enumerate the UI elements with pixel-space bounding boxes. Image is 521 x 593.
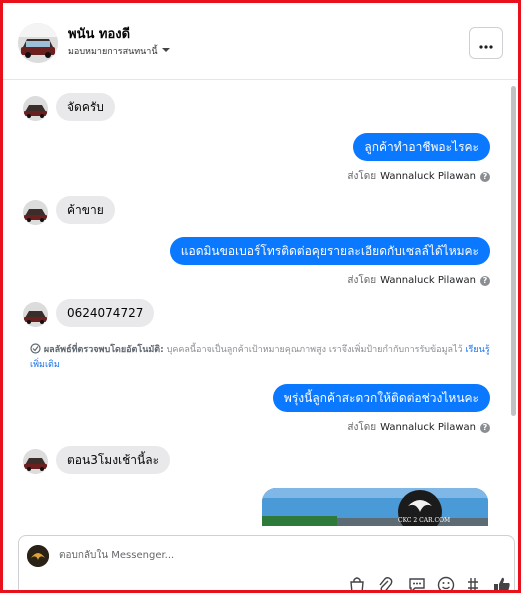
shopping-bag-icon[interactable]	[349, 576, 367, 590]
sent-by-prefix: ส่งโดย	[347, 171, 377, 182]
sent-by-line: ส่งโดย Wannaluck Pilawan ?	[347, 273, 490, 288]
sent-by-prefix: ส่งโดย	[347, 422, 377, 433]
message-bubble-incoming[interactable]: จัดครับ	[56, 93, 115, 121]
image-logo-text: CKC 2 CAR.COM	[398, 517, 451, 524]
thread-scrollbar[interactable]	[511, 86, 516, 416]
message-bubble-outgoing[interactable]: พรุ่งนี้ลูกค้าสะดวกให้ติดต่อช่วงไหนคะ	[272, 384, 490, 412]
auto-detect-body: บุคคลนี้อาจเป็นลูกค้าเป้าหมายคุณภาพสูง เ…	[166, 345, 463, 355]
auto-detected-note: ผลลัพธ์ที่ตรวจพบโดยอัตโนมัติ: บุคคลนี้อา…	[30, 343, 490, 372]
avatar	[23, 96, 48, 121]
info-icon[interactable]: ?	[480, 275, 490, 286]
message-bubble-incoming[interactable]: 0624074727	[56, 299, 155, 327]
reply-input[interactable]	[57, 543, 481, 567]
avatar	[23, 200, 48, 225]
message-thread[interactable]: จัดครับ ลูกค้าทำอาชีพอะไรคะ ส่งโดย Wanna…	[3, 80, 518, 526]
attachment-icon[interactable]	[377, 576, 395, 590]
sender-name: Wannaluck Pilawan	[380, 171, 476, 182]
more-icon	[479, 34, 493, 53]
chevron-down-icon	[161, 46, 171, 57]
message-bubble-incoming[interactable]: ค้าขาย	[56, 196, 115, 224]
page-avatar	[27, 545, 49, 567]
info-icon[interactable]: ?	[480, 422, 490, 433]
conversation-panel: พนัน ทองดี มอบหมายการสนทนานี้ จัดครับ ลู…	[0, 0, 521, 593]
sent-by-line: ส่งโดย Wannaluck Pilawan ?	[347, 169, 490, 184]
emoji-icon[interactable]	[437, 576, 455, 590]
saved-reply-icon[interactable]	[408, 576, 426, 590]
avatar	[23, 449, 48, 474]
conversation-header: พนัน ทองดี มอบหมายการสนทนานี้	[3, 3, 518, 80]
contact-name: พนัน ทองดี	[68, 27, 131, 42]
sender-name: Wannaluck Pilawan	[380, 422, 476, 433]
message-bubble-outgoing[interactable]: แอดมินขอเบอร์โทรติดต่อคุยรายละเอียดกับเซ…	[169, 237, 490, 265]
message-bubble-incoming[interactable]: ตอน3โมงเช้านี้ละ	[56, 446, 171, 474]
contact-avatar[interactable]	[18, 23, 58, 63]
auto-detect-icon	[30, 343, 41, 359]
assign-conversation-dropdown[interactable]: มอบหมายการสนทนานี้	[68, 44, 171, 58]
reply-composer	[18, 535, 515, 590]
hashtag-icon[interactable]	[465, 576, 483, 590]
sent-by-prefix: ส่งโดย	[347, 275, 377, 286]
sender-name: Wannaluck Pilawan	[380, 275, 476, 286]
like-icon[interactable]	[493, 576, 511, 590]
message-bubble-outgoing[interactable]: ลูกค้าทำอาชีพอะไรคะ	[353, 133, 490, 161]
avatar	[23, 302, 48, 327]
assign-label: มอบหมายการสนทนานี้	[68, 47, 158, 57]
more-options-button[interactable]	[469, 27, 503, 59]
sent-by-line: ส่งโดย Wannaluck Pilawan ?	[347, 420, 490, 435]
info-icon[interactable]: ?	[480, 171, 490, 182]
outgoing-image-message[interactable]: CKC 2 CAR.COM	[262, 488, 488, 526]
auto-detect-title: ผลลัพธ์ที่ตรวจพบโดยอัตโนมัติ:	[43, 345, 164, 355]
